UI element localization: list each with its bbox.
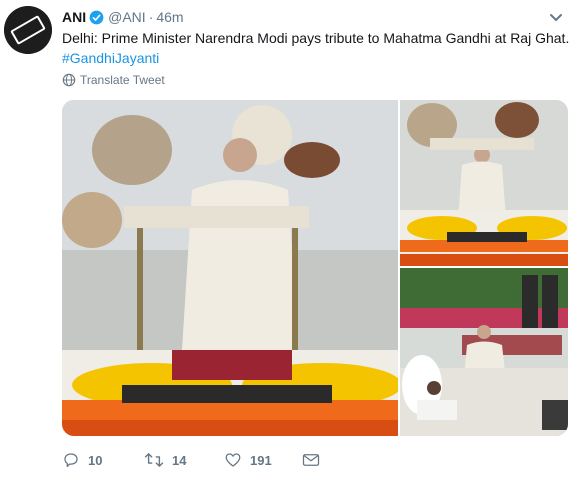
media-grid [62,100,568,436]
direct-message-button[interactable] [302,452,320,468]
reply-icon [64,453,78,468]
tweet-header: ANI @ANI · 46m [62,7,184,27]
user-name[interactable]: ANI [62,9,86,25]
hashtag-link[interactable]: #GandhiJayanti [62,48,568,68]
tweet-timestamp[interactable]: 46m [156,9,183,25]
globe-icon [62,73,76,87]
translate-tweet-link[interactable]: Translate Tweet [62,73,165,87]
retweet-icon [144,453,164,467]
ani-logo [4,6,52,54]
photo-main[interactable] [62,100,402,436]
retweet-count: 14 [172,452,187,468]
tweet-text-block: Delhi: Prime Minister Narendra Modi pays… [62,28,570,68]
like-button[interactable]: 191 [224,451,272,469]
reply-count: 10 [88,452,103,468]
photo-bottom-right[interactable] [400,268,568,436]
tweet-text: Delhi: Prime Minister Narendra Modi pays… [62,30,570,46]
reply-button[interactable]: 10 [62,451,102,469]
chevron-down-icon[interactable] [549,10,563,22]
envelope-icon [302,454,320,466]
separator-dot: · [148,9,154,25]
heart-icon [225,453,241,467]
verified-icon [89,10,104,25]
photo-top-right[interactable] [400,100,568,266]
user-handle[interactable]: @ANI [108,9,146,25]
tweet: ANI @ANI · 46m Delhi: Prime Minister Nar… [0,0,570,485]
avatar[interactable] [4,6,52,54]
translate-label: Translate Tweet [80,73,165,87]
like-count: 191 [250,452,272,468]
retweet-button[interactable]: 14 [144,451,186,469]
